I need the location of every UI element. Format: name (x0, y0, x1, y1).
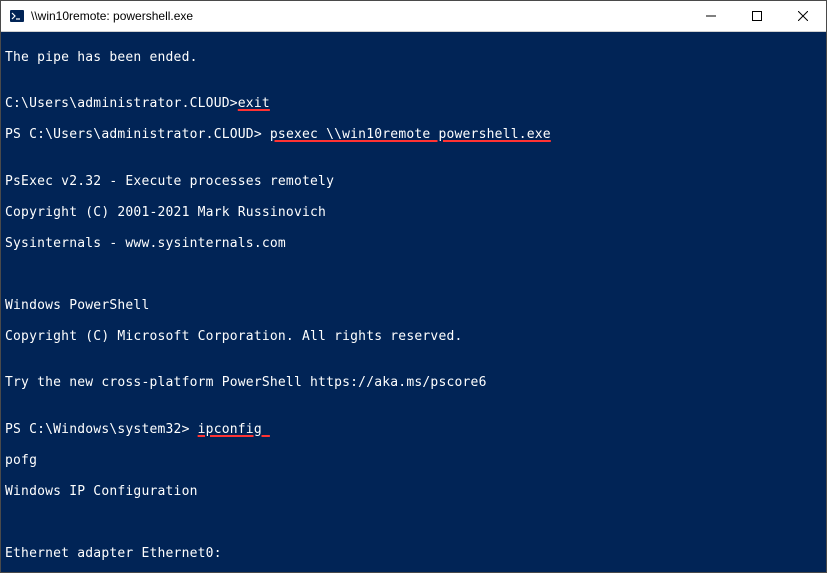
output-line: PS C:\Users\administrator.CLOUD> psexec … (5, 127, 822, 143)
command-text: ipconfig (198, 422, 270, 437)
output-line: Windows IP Configuration (5, 484, 822, 500)
output-line: Ethernet adapter Ethernet0: (5, 546, 822, 562)
output-line: Sysinternals - www.sysinternals.com (5, 236, 822, 252)
prompt-text: C:\Users\administrator.CLOUD> (5, 96, 238, 111)
close-button[interactable] (780, 1, 826, 31)
powershell-icon (9, 8, 25, 24)
output-line: PsExec v2.32 - Execute processes remotel… (5, 174, 822, 190)
output-line: Windows PowerShell (5, 298, 822, 314)
output-line: C:\Users\administrator.CLOUD>exit (5, 96, 822, 112)
minimize-button[interactable] (688, 1, 734, 31)
output-line: PS C:\Windows\system32> ipconfig (5, 422, 822, 438)
output-line: Copyright (C) Microsoft Corporation. All… (5, 329, 822, 345)
maximize-button[interactable] (734, 1, 780, 31)
prompt-text: PS C:\Users\administrator.CLOUD> (5, 127, 270, 142)
prompt-text: PS C:\Windows\system32> (5, 422, 198, 437)
output-line: The pipe has been ended. (5, 50, 822, 66)
command-text: exit (238, 96, 270, 111)
output-line: pofg (5, 453, 822, 469)
output-line: Try the new cross-platform PowerShell ht… (5, 375, 822, 391)
window-controls (688, 1, 826, 31)
terminal-output[interactable]: The pipe has been ended. C:\Users\admini… (1, 32, 826, 572)
output-line: Copyright (C) 2001-2021 Mark Russinovich (5, 205, 822, 221)
command-text: psexec \\win10remote powershell.exe (270, 127, 551, 142)
window-title: \\win10remote: powershell.exe (31, 9, 688, 23)
titlebar[interactable]: \\win10remote: powershell.exe (1, 1, 826, 32)
